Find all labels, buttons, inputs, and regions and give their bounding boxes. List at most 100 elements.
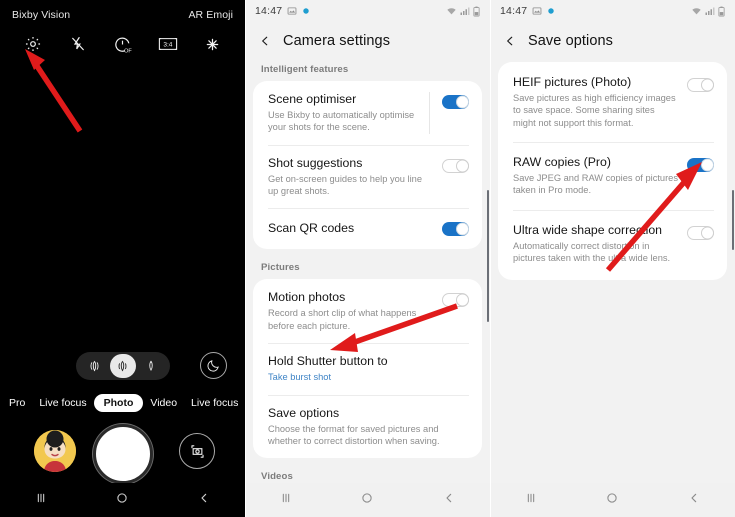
wifi-icon: [692, 8, 701, 15]
effects-sparkle-icon[interactable]: [202, 33, 224, 55]
shutter-button[interactable]: [92, 424, 153, 484]
setting-description: Choose the format for saved pictures and…: [268, 423, 440, 446]
nav-recents-button[interactable]: [523, 490, 539, 511]
status-time: 14:47: [255, 5, 283, 17]
setting-title: Hold Shutter button to: [268, 354, 388, 369]
section-label-pictures: Pictures: [261, 262, 300, 274]
toggle-raw-copies[interactable]: [687, 158, 714, 173]
page-title: Camera settings: [283, 33, 391, 49]
panel-divider-2: [490, 0, 491, 517]
setting-title: Motion photos: [268, 290, 346, 305]
switch-camera-button[interactable]: [179, 433, 215, 469]
section-label-intelligent-features: Intelligent features: [261, 64, 349, 75]
arrow-to-settings-gear: [25, 49, 83, 133]
toggle-scan-qr-codes[interactable]: [442, 222, 469, 237]
settings-gear-icon[interactable]: [22, 33, 44, 55]
save-options-header: Save options: [490, 24, 735, 58]
svg-text:3:4: 3:4: [163, 42, 172, 49]
night-mode-button[interactable]: [200, 352, 227, 379]
dot-indicator-icon: [548, 8, 555, 14]
back-chevron-icon[interactable]: [258, 34, 272, 48]
setting-title: HEIF pictures (Photo): [513, 75, 632, 89]
setting-description: Save JPEG and RAW copies of pictures tak…: [513, 173, 679, 196]
setting-title: RAW copies (Pro): [513, 155, 611, 170]
setting-row-raw-copies[interactable]: RAW copies (Pro) Save JPEG and RAW copie…: [498, 142, 727, 210]
status-bar: 14:47: [490, 0, 735, 22]
camera-mode-live-focus[interactable]: Live focus: [32, 394, 93, 412]
setting-description: Get on-screen guides to help you line up…: [268, 173, 423, 197]
camera-mode-live-focus-video[interactable]: Live focus: [184, 394, 245, 412]
zoom-level-selector[interactable]: [75, 352, 170, 380]
setting-row-scan-qr-codes[interactable]: Scan QR codes: [253, 208, 482, 249]
status-bar-left: 14:47: [255, 5, 310, 17]
nav-back-button[interactable]: [441, 490, 457, 511]
aspect-ratio-3-4-icon[interactable]: 3:4: [157, 33, 179, 55]
setting-row-shot-suggestions[interactable]: Shot suggestions Get on-screen guides to…: [253, 144, 482, 209]
camera-viewfinder-panel: Bixby Vision AR Emoji OFF: [0, 0, 245, 517]
setting-description: Use Bixby to automatically optimise your…: [268, 110, 415, 133]
wifi-icon: [447, 8, 456, 15]
ar-emoji-label[interactable]: AR Emoji: [188, 9, 233, 21]
settings-card-intelligent-features: Scene optimiser Use Bixby to automatical…: [253, 81, 482, 250]
setting-row-scene-optimiser[interactable]: Scene optimiser Use Bixby to automatical…: [253, 81, 482, 145]
camera-mode-video[interactable]: Video: [143, 394, 184, 412]
timer-off-icon[interactable]: OFF: [112, 33, 134, 55]
camera-icon-toolbar: OFF 3:4: [0, 30, 245, 58]
toggle-heif-pictures[interactable]: [687, 78, 714, 92]
setting-row-hold-shutter-button[interactable]: Hold Shutter button to Take burst shot: [253, 343, 482, 394]
nav-home-button[interactable]: [359, 490, 375, 511]
camera-controls-row: [0, 424, 245, 486]
zoom-ultrawide-button[interactable]: [82, 354, 108, 378]
status-bar-left: 14:47: [500, 5, 555, 17]
nav-home-button[interactable]: [114, 490, 130, 511]
android-navbar: [245, 483, 490, 517]
camera-mode-selector[interactable]: Pro Live focus Photo Video Live focus: [0, 392, 245, 414]
signal-icon: [460, 7, 470, 15]
toggle-ultra-wide-shape-correction[interactable]: [687, 225, 714, 240]
zoom-wide-button[interactable]: [109, 354, 136, 378]
setting-description: Record a short clip of what happens befo…: [268, 308, 417, 331]
nav-back-button[interactable]: [196, 490, 212, 511]
android-navbar: [0, 483, 245, 517]
zoom-tele-button[interactable]: [138, 354, 164, 378]
setting-value: Take burst shot: [268, 372, 332, 383]
nav-recents-button[interactable]: [278, 490, 294, 511]
save-options-card: HEIF pictures (Photo) Save pictures as h…: [498, 62, 727, 280]
flash-off-icon[interactable]: [67, 33, 89, 55]
nav-recents-button[interactable]: [33, 490, 49, 511]
page-title: Save options: [528, 33, 614, 49]
gallery-icon: [287, 7, 297, 15]
settings-card-pictures: Motion photos Record a short clip of wha…: [253, 279, 482, 459]
settings-header: Camera settings: [245, 24, 490, 58]
screenshot-frame: Bixby Vision AR Emoji OFF: [0, 0, 735, 517]
camera-mode-pro[interactable]: Pro: [2, 394, 32, 412]
setting-title: Shot suggestions: [268, 155, 363, 170]
camera-mode-photo[interactable]: Photo: [93, 394, 144, 412]
back-chevron-icon[interactable]: [503, 34, 517, 48]
camera-top-labels: Bixby Vision AR Emoji: [0, 6, 245, 24]
bixby-vision-label[interactable]: Bixby Vision: [12, 9, 70, 21]
setting-title: Ultra wide shape correction: [513, 222, 662, 237]
toggle-shot-suggestions[interactable]: [442, 158, 469, 173]
toggle-divider: [429, 92, 430, 134]
toggle-motion-photos[interactable]: [442, 293, 469, 308]
signal-icon: [705, 7, 715, 15]
setting-row-motion-photos[interactable]: Motion photos Record a short clip of wha…: [253, 279, 482, 343]
status-bar: 14:47: [245, 0, 490, 22]
setting-description: Automatically correct distortion in pict…: [513, 240, 671, 264]
setting-title: Save options: [268, 405, 340, 420]
last-photo-thumbnail[interactable]: [34, 430, 76, 472]
nav-home-button[interactable]: [604, 490, 620, 511]
gallery-icon: [532, 7, 542, 15]
setting-row-heif-pictures[interactable]: HEIF pictures (Photo) Save pictures as h…: [498, 62, 727, 142]
panel-divider-1: [245, 0, 246, 517]
setting-row-save-options[interactable]: Save options Choose the format for saved…: [253, 394, 482, 459]
toggle-scene-optimiser[interactable]: [442, 95, 469, 109]
nav-back-button[interactable]: [686, 490, 702, 511]
setting-row-ultra-wide-shape-correction[interactable]: Ultra wide shape correction Automaticall…: [498, 209, 727, 280]
save-options-panel: 14:47 Save options HEIF pictures (Photo)…: [490, 0, 735, 517]
vertical-scrollbar[interactable]: [486, 190, 489, 322]
vertical-scrollbar[interactable]: [731, 190, 734, 250]
setting-title: Scene optimiser: [268, 92, 357, 106]
battery-icon: [718, 6, 725, 17]
